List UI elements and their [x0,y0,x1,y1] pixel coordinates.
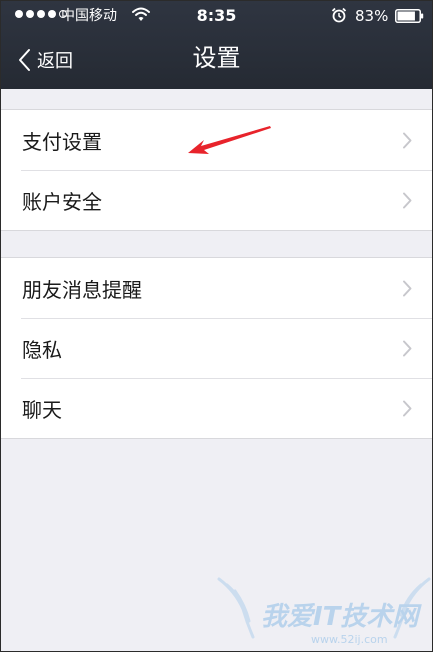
chevron-right-icon [403,280,412,297]
watermark-logo: 我爱IT技术网 www.52ij.com [217,577,431,646]
settings-row-privacy[interactable]: 隐私 [1,318,432,378]
settings-group: 朋友消息提醒 隐私 聊天 [1,257,432,439]
svg-text:我爱IT技术网: 我爱IT技术网 [261,602,422,632]
chevron-right-icon [403,192,412,209]
phone-screen: 中国移动 8:35 83% 返回 设置 支付设置 账户安全 朋友消息提醒 隐私 … [0,0,433,652]
svg-text:www.52ij.com: www.52ij.com [311,633,388,646]
status-bar: 中国移动 8:35 83% [1,1,432,33]
header: 中国移动 8:35 83% 返回 设置 [1,1,432,89]
alarm-icon [331,7,347,23]
page-title: 设置 [192,44,241,72]
settings-row-account-security[interactable]: 账户安全 [1,170,432,230]
battery-icon [395,9,424,23]
row-label: 隐私 [22,337,62,362]
settings-row-chat[interactable]: 聊天 [1,378,432,438]
chevron-right-icon [403,132,412,149]
row-label: 账户安全 [22,189,102,214]
row-label: 支付设置 [22,129,102,154]
row-label: 朋友消息提醒 [22,277,142,302]
row-label: 聊天 [22,397,62,422]
chevron-right-icon [403,400,412,417]
settings-row-friend-notifications[interactable]: 朋友消息提醒 [1,258,432,318]
chevron-right-icon [403,340,412,357]
battery-percent: 83% [355,7,389,25]
annotation-arrow-icon [188,126,271,154]
navigation-bar: 返回 设置 [1,33,432,89]
